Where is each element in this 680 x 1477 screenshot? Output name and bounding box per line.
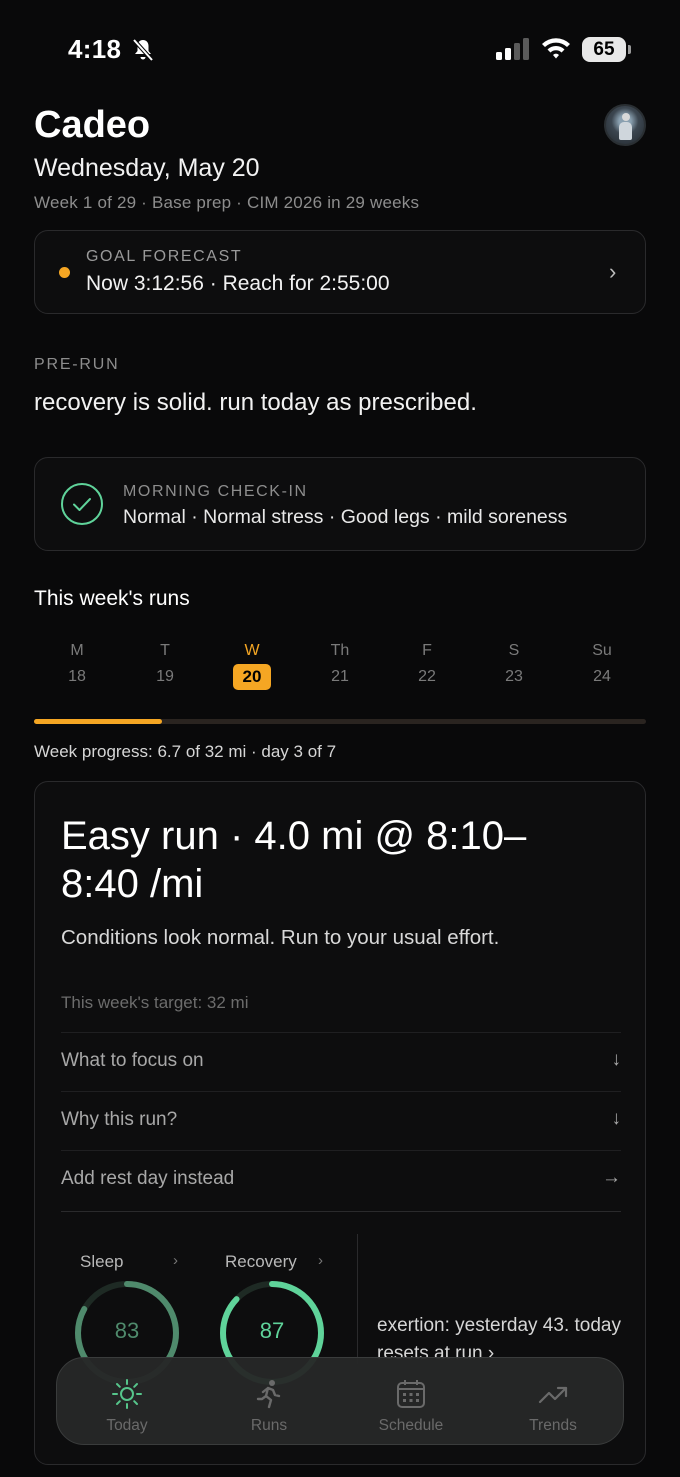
day-number: 19 — [156, 668, 174, 685]
arrow-right-icon: → — [602, 1167, 621, 1188]
day-letter: T — [160, 642, 170, 659]
app-title: Cadeo — [34, 104, 151, 146]
recovery-label[interactable]: Recovery — [225, 1252, 297, 1272]
week-day-m[interactable]: M 18 — [57, 640, 97, 690]
morning-check-in-card[interactable]: MORNING CHECK-IN Normal · Normal stress … — [34, 457, 646, 551]
current-date: Wednesday, May 20 — [34, 154, 260, 182]
day-number: 22 — [418, 668, 436, 685]
goal-forecast-card[interactable]: GOAL FORECAST Now 3:12:56 · Reach for 2:… — [34, 230, 646, 314]
chevron-right-icon: › — [173, 1252, 178, 1269]
status-bar: 4:18 65 — [0, 0, 680, 100]
tab-trends[interactable]: Trends — [493, 1358, 613, 1446]
training-week-info: Week 1 of 29 · Base prep · CIM 2026 in 2… — [34, 193, 420, 212]
week-day-w[interactable]: W 20 — [232, 640, 272, 690]
goal-status-dot — [59, 267, 70, 278]
recovery-score-value: 87 — [259, 1318, 285, 1343]
day-number: 20 — [233, 664, 271, 690]
add-rest-day-row[interactable]: Add rest day instead → — [61, 1150, 621, 1208]
tab-label: Schedule — [378, 1417, 444, 1434]
runner-icon — [256, 1380, 281, 1409]
run-title: Easy run · 4.0 mi @ 8:10–8:40 /mi — [61, 814, 527, 906]
sleep-label[interactable]: Sleep — [80, 1252, 123, 1272]
chevron-right-icon: › — [318, 1252, 323, 1269]
why-this-run-row[interactable]: Why this run? ↓ — [61, 1091, 621, 1149]
arrow-down-icon: ↓ — [611, 1049, 622, 1070]
calendar-icon — [397, 1380, 425, 1408]
row-label: Why this run? — [61, 1109, 178, 1130]
week-progress-text: Week progress: 6.7 of 32 mi · day 3 of 7 — [34, 742, 337, 761]
day-number: 23 — [505, 668, 523, 685]
weekly-target: This week's target: 32 mi — [61, 993, 249, 1012]
day-letter: M — [70, 642, 84, 659]
tab-schedule[interactable]: Schedule — [351, 1358, 471, 1446]
check-in-summary: Normal · Normal stress · Good legs · mil… — [123, 506, 568, 528]
bell-muted-icon — [132, 38, 154, 62]
goal-forecast-value: Now 3:12:56 · Reach for 2:55:00 — [86, 272, 390, 295]
status-time: 4:18 — [68, 34, 122, 64]
day-letter: W — [244, 642, 260, 659]
week-progress-bar — [34, 719, 646, 724]
what-to-focus-on-row[interactable]: What to focus on ↓ — [61, 1032, 621, 1090]
chevron-right-icon: › — [609, 259, 617, 284]
pre-run-label: PRE-RUN — [34, 356, 120, 373]
week-day-su[interactable]: Su 24 — [582, 640, 622, 690]
week-day-t[interactable]: T 19 — [145, 640, 185, 690]
wifi-icon — [542, 38, 570, 59]
row-label: Add rest day instead — [61, 1168, 235, 1189]
sleep-score-value: 83 — [114, 1318, 140, 1343]
arrow-down-icon: ↓ — [611, 1108, 622, 1129]
day-letter: Su — [592, 642, 612, 659]
tab-label: Today — [106, 1417, 148, 1434]
pre-run-message: recovery is solid. run today as prescrib… — [34, 389, 477, 416]
tab-today[interactable]: Today — [67, 1358, 187, 1446]
goal-forecast-label: GOAL FORECAST — [86, 248, 243, 265]
week-day-f[interactable]: F 22 — [407, 640, 447, 690]
trend-icon — [538, 1386, 568, 1404]
row-label: What to focus on — [61, 1050, 204, 1071]
week-runs-title: This week's runs — [34, 587, 190, 610]
week-day-th[interactable]: Th 21 — [320, 640, 360, 690]
check-circle-icon — [61, 483, 103, 525]
day-letter: Th — [330, 642, 350, 659]
sun-icon — [112, 1379, 142, 1409]
bottom-tab-bar: Today Runs Schedule Trends — [56, 1357, 624, 1445]
week-progress-fill — [34, 719, 162, 724]
day-number: 24 — [593, 668, 611, 685]
battery-indicator: 65 — [582, 37, 632, 62]
day-number: 18 — [68, 668, 86, 685]
check-in-label: MORNING CHECK-IN — [123, 483, 308, 500]
avatar[interactable] — [604, 104, 646, 146]
tab-runs[interactable]: Runs — [209, 1358, 329, 1446]
day-letter: F — [422, 642, 432, 659]
day-letter: S — [508, 642, 520, 659]
tab-label: Runs — [250, 1417, 288, 1434]
battery-level: 65 — [582, 37, 626, 62]
day-number: 21 — [331, 668, 349, 685]
run-conditions: Conditions look normal. Run to your usua… — [61, 926, 500, 949]
tab-label: Trends — [529, 1417, 577, 1434]
week-day-s[interactable]: S 23 — [494, 640, 534, 690]
signal-icon — [496, 38, 529, 60]
